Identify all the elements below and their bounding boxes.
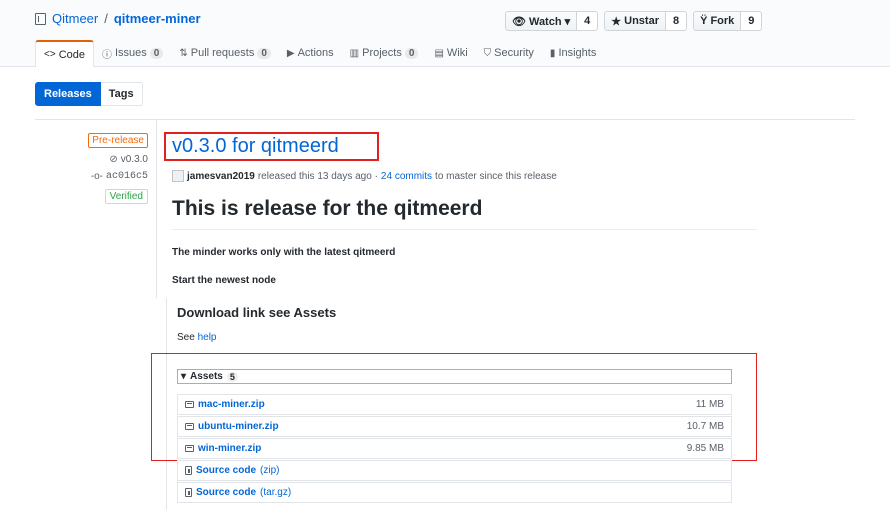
file-zip-icon [185,466,192,475]
divider [35,119,855,120]
see-help-text: See help [177,332,217,343]
asset-row[interactable]: Source code (zip) [177,460,732,481]
release-title-link[interactable]: v0.3.0 for qitmeerd [172,135,339,158]
release-note-line: Start the newest node [172,275,276,286]
star-icon: ★ [611,15,622,28]
assets-toggle[interactable]: ▾ Assets 5 [177,369,732,384]
code-icon: <> [44,49,56,60]
pull-request-icon: ⇅ [179,47,188,59]
tab-actions[interactable]: ▶ Actions [279,40,342,66]
release-timeline-line [156,120,157,298]
asset-name[interactable]: mac-miner.zip [198,399,265,410]
commit-icon: -o- [90,171,103,182]
tab-insights[interactable]: ▮ Insights [542,40,604,66]
project-icon: ▥ [349,47,360,59]
book-icon: ▤ [434,47,444,59]
eye-icon: 👁 [512,15,526,28]
asset-row[interactable]: ubuntu-miner.zip 10.7 MB [177,416,732,437]
release-subnav: Releases Tags [35,82,143,106]
asset-name[interactable]: ubuntu-miner.zip [198,421,279,432]
heading-rule [172,229,757,230]
source-code-name[interactable]: Source code [196,487,256,498]
avatar[interactable] [172,170,184,182]
repo-separator: / [104,11,108,26]
tab-count: 0 [404,47,419,59]
source-code-name[interactable]: Source code [196,465,256,476]
fork-button[interactable]: Ÿ Fork [693,11,742,31]
verified-badge[interactable]: Verified [104,189,148,204]
package-icon [185,423,194,430]
tab-count: 0 [257,47,271,59]
graph-icon: ▮ [549,47,556,59]
tab-count: 0 [149,47,164,59]
tags-tab[interactable]: Tags [100,82,143,106]
commit-link[interactable]: -o-ac016c5 [88,171,148,182]
issue-icon: ⓘ [101,49,112,61]
help-link[interactable]: help [198,332,217,343]
repo-header: Qitmeer / qitmeer-miner 👁 Watch ▾ 4 ★ Unst… [0,0,890,67]
unstar-button[interactable]: ★ Unstar [604,11,666,31]
release-meta: Pre-release ⊘ v0.3.0 -o-ac016c5 Verified [88,133,148,204]
play-icon: ▶ [286,47,295,59]
commits-link[interactable]: 24 commits [381,171,432,182]
asset-size: 11 MB [695,399,724,410]
fork-icon: Ÿ [700,15,708,27]
release-heading: This is release for the qitmeerd [172,197,483,220]
fork-group: Ÿ Fork 9 [693,11,763,31]
repo-owner-link[interactable]: Qitmeer [52,11,98,26]
asset-size: 10.7 MB [686,421,724,432]
source-code-ext: (zip) [260,465,280,476]
tab-wiki[interactable]: ▤ Wiki [426,40,475,66]
tab-security[interactable]: ⛉ Security [476,40,542,66]
author-link[interactable]: jamesvan2019 [187,171,255,182]
asset-row[interactable]: mac-miner.zip 11 MB [177,394,732,415]
file-zip-icon [185,488,192,497]
release-note-line: The minder works only with the latest qi… [172,247,396,258]
repo-actions: 👁 Watch ▾ 4 ★ Unstar 8 Ÿ Fork 9 [505,11,763,31]
caret-down-icon: ▾ [181,371,187,382]
package-icon [185,401,194,408]
assets-count: 5 [226,371,238,382]
tag-icon: ⊘ [109,154,118,165]
asset-size: 9.85 MB [686,443,724,454]
released-text: released this 13 days ago · [257,170,378,182]
tab-code[interactable]: <> Code [35,40,94,67]
release-byline: jamesvan2019 released this 13 days ago ·… [172,170,557,182]
star-group: ★ Unstar 8 [604,11,688,31]
source-code-ext: (tar.gz) [260,487,292,498]
prerelease-badge: Pre-release [88,133,148,148]
releases-tab[interactable]: Releases [35,82,101,106]
watch-count[interactable]: 4 [577,11,599,31]
fork-count[interactable]: 9 [741,11,763,31]
repo-title: Qitmeer / qitmeer-miner [35,11,201,26]
shield-icon: ⛉ [483,47,492,59]
asset-row[interactable]: Source code (tar.gz) [177,482,732,503]
tab-projects[interactable]: ▥ Projects 0 [342,40,427,66]
asset-row[interactable]: win-miner.zip 9.85 MB [177,438,732,459]
package-icon [185,445,194,452]
tab-pull-requests[interactable]: ⇅ Pull requests 0 [171,40,279,66]
commits-suffix: to master since this release [435,170,557,182]
watch-button[interactable]: 👁 Watch ▾ [505,11,578,31]
tag-link[interactable]: ⊘ v0.3.0 [88,154,148,165]
asset-name[interactable]: win-miner.zip [198,443,261,454]
star-count[interactable]: 8 [665,11,688,31]
tab-issues[interactable]: ⓘ Issues 0 [94,40,171,66]
repo-name-link[interactable]: qitmeer-miner [114,11,201,26]
download-heading: Download link see Assets [177,305,337,320]
repo-tabs: <> Code ⓘ Issues 0 ⇅ Pull requests 0 ▶ Actions… [35,40,604,67]
repo-icon [35,12,46,25]
watch-group: 👁 Watch ▾ 4 [505,11,599,31]
